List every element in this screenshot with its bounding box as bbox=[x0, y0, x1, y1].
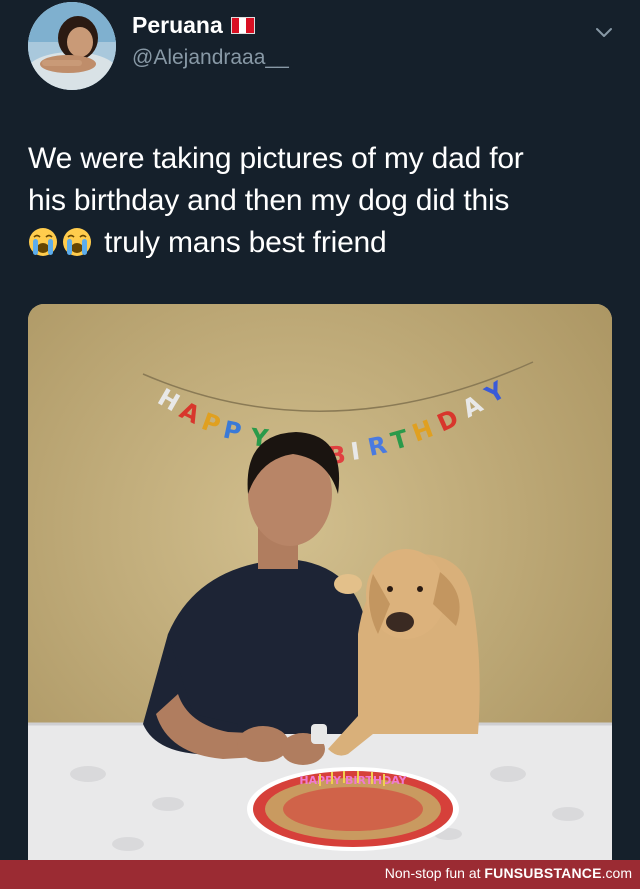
loudly-crying-face-icon bbox=[29, 228, 57, 256]
cake-text: HAPPY BIRTHDAY bbox=[299, 774, 407, 787]
tweet: Peruana @Alejandraaa__ We were taking pi… bbox=[0, 0, 640, 860]
tweet-text-line: We were taking pictures of my dad for bbox=[28, 142, 524, 175]
footer-tagline[interactable]: Non-stop fun at FUNSUBSTANCE.com bbox=[385, 865, 632, 881]
footer-tagline-prefix: Non-stop fun at bbox=[384, 865, 485, 881]
cookie-cake: HAPPY BIRTHDAY bbox=[247, 767, 459, 851]
user-handle[interactable]: @Alejandraaa__ bbox=[132, 46, 289, 70]
display-name-row: Peruana bbox=[132, 12, 255, 39]
footer-bar: Non-stop fun at FUNSUBSTANCE.com bbox=[0, 860, 640, 889]
tweet-photo[interactable]: H A P P Y B I R T H D A Y HAPPY BIRTHDAY bbox=[28, 304, 612, 860]
footer-brand: FUNSUBSTANCE bbox=[484, 865, 602, 881]
tweet-text-line: truly mans best friend bbox=[28, 222, 618, 264]
peru-flag-icon bbox=[230, 17, 255, 34]
footer-brand-suffix: .com bbox=[601, 865, 632, 881]
tweet-text-tail: truly mans best friend bbox=[104, 226, 387, 259]
avatar[interactable] bbox=[28, 2, 116, 90]
chevron-down-icon[interactable] bbox=[594, 22, 614, 42]
display-name[interactable]: Peruana bbox=[132, 12, 223, 39]
tweet-text-line: his birthday and then my dog did this bbox=[28, 184, 510, 217]
loudly-crying-face-icon bbox=[63, 228, 91, 256]
tweet-text: We were taking pictures of my dad for hi… bbox=[28, 138, 618, 264]
